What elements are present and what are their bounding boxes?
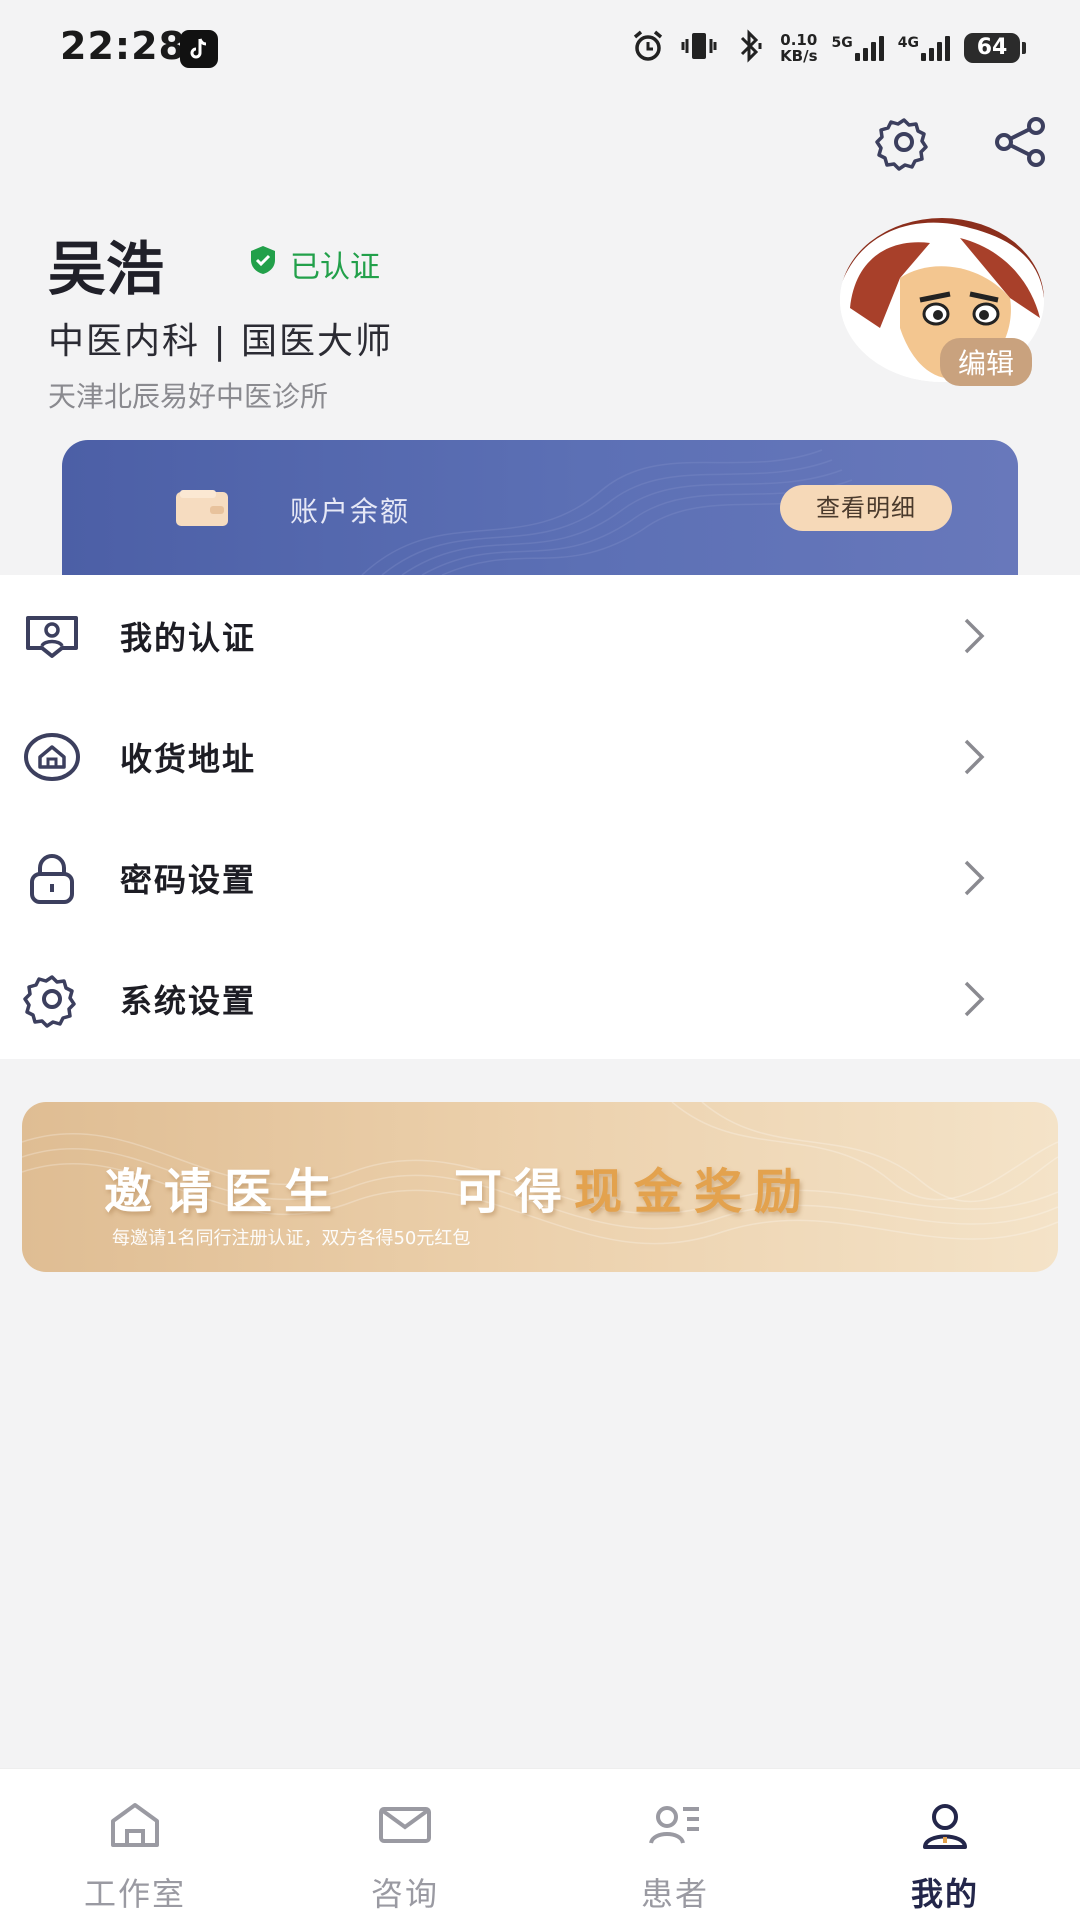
invite-doctor-banner[interactable]: 邀请医生 可得现金奖励 每邀请1名同行注册认证，双方各得50元红包: [22, 1102, 1058, 1272]
chevron-right-icon: [958, 735, 990, 779]
bluetooth-icon: [732, 29, 766, 67]
invite-subtitle: 每邀请1名同行注册认证，双方各得50元红包: [112, 1228, 471, 1249]
status-bar: 22:28 0.10 KB/s 5G 4G 64: [0, 0, 1080, 96]
signal-bars-icon: [854, 35, 884, 61]
edit-avatar-button[interactable]: 编辑: [940, 338, 1033, 386]
menu-item-certification[interactable]: 我的认证: [0, 575, 1080, 696]
signal-bars-icon: [921, 35, 950, 61]
mail-icon: [377, 1797, 433, 1853]
tab-patients[interactable]: 患者: [540, 1769, 810, 1921]
menu-item-system-settings[interactable]: 系统设置: [0, 938, 1080, 1059]
user-icon: [917, 1797, 973, 1853]
verified-badge: 已认证: [248, 242, 380, 286]
header-actions: [874, 112, 1050, 172]
menu-item-password[interactable]: 密码设置: [0, 817, 1080, 938]
battery-indicator: 64: [964, 33, 1026, 63]
signal-4g: 4G: [898, 35, 950, 61]
tab-label: 患者: [640, 1875, 709, 1913]
balance-label: 账户余额: [290, 495, 411, 528]
tiktok-notification-icon: [180, 30, 218, 68]
department-title: 中医内科 | 国医大师: [48, 321, 394, 362]
status-icons: 0.10 KB/s 5G 4G 64: [630, 26, 1026, 70]
menu-label: 系统设置: [120, 981, 257, 1020]
chevron-right-icon: [958, 977, 990, 1021]
alarm-icon: [630, 29, 666, 67]
invite-headline: 邀请医生 可得现金奖励: [104, 1164, 815, 1220]
tab-label: 工作室: [83, 1875, 186, 1913]
settings-menu: 我的认证 收货地址 密码设置 系统设置: [0, 575, 1080, 1059]
gear-icon[interactable]: [874, 112, 934, 172]
id-card-icon: [22, 606, 82, 666]
menu-label: 收货地址: [120, 739, 257, 778]
doctor-name: 吴浩: [48, 235, 165, 303]
tab-label: 我的: [910, 1875, 979, 1913]
tab-consult[interactable]: 咨询: [270, 1769, 540, 1921]
menu-label: 我的认证: [120, 618, 257, 657]
tab-studio[interactable]: 工作室: [0, 1769, 270, 1921]
view-details-button[interactable]: 查看明细: [780, 485, 952, 531]
lock-icon: [22, 848, 82, 908]
chevron-right-icon: [958, 614, 990, 658]
wallet-icon: [176, 490, 228, 526]
gear-icon: [22, 969, 82, 1029]
tab-label: 咨询: [370, 1875, 439, 1913]
status-time: 22:28: [60, 24, 186, 68]
signal-5g: 5G: [832, 35, 884, 61]
chevron-right-icon: [958, 856, 990, 900]
menu-label: 密码设置: [120, 860, 257, 899]
share-icon[interactable]: [990, 112, 1050, 172]
patients-icon: [647, 1797, 703, 1853]
account-balance-card[interactable]: 账户余额 查看明细: [62, 440, 1018, 575]
shield-check-icon: [248, 244, 278, 284]
bottom-tab-bar: 工作室 咨询 患者 我的: [0, 1768, 1080, 1921]
tab-mine[interactable]: 我的: [810, 1769, 1080, 1921]
menu-item-address[interactable]: 收货地址: [0, 696, 1080, 817]
clinic-name: 天津北辰易好中医诊所: [48, 380, 329, 413]
vibrate-icon: [680, 29, 718, 67]
home-location-icon: [22, 727, 82, 787]
verified-text: 已认证: [290, 250, 380, 285]
network-speed: 0.10 KB/s: [780, 31, 818, 65]
house-icon: [107, 1797, 163, 1853]
